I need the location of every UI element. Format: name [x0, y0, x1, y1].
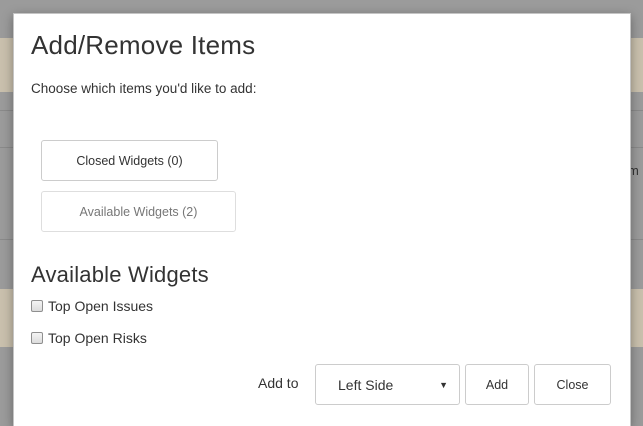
add-to-select[interactable]: Left Side ▼ — [315, 364, 460, 405]
available-widgets-button[interactable]: Available Widgets (2) — [41, 191, 236, 232]
checkbox[interactable] — [31, 300, 43, 312]
close-button[interactable]: Close — [534, 364, 611, 405]
widget-option-top-open-risks[interactable]: Top Open Risks — [31, 330, 147, 346]
add-remove-items-dialog: Add/Remove Items Choose which items you'… — [13, 13, 631, 426]
caret-down-icon: ▼ — [439, 380, 448, 390]
widget-option-top-open-issues[interactable]: Top Open Issues — [31, 298, 153, 314]
widget-option-label: Top Open Risks — [48, 330, 147, 346]
closed-widgets-button[interactable]: Closed Widgets (0) — [41, 140, 218, 181]
widget-option-label: Top Open Issues — [48, 298, 154, 314]
dialog-title: Add/Remove Items — [31, 30, 256, 60]
add-to-select-value: Left Side — [338, 376, 394, 393]
checkbox[interactable] — [31, 332, 43, 344]
add-to-label: Add to — [258, 375, 299, 391]
add-button[interactable]: Add — [465, 364, 529, 405]
dialog-subtitle: Choose which items you'd like to add: — [31, 81, 257, 96]
available-widgets-heading: Available Widgets — [31, 262, 209, 287]
